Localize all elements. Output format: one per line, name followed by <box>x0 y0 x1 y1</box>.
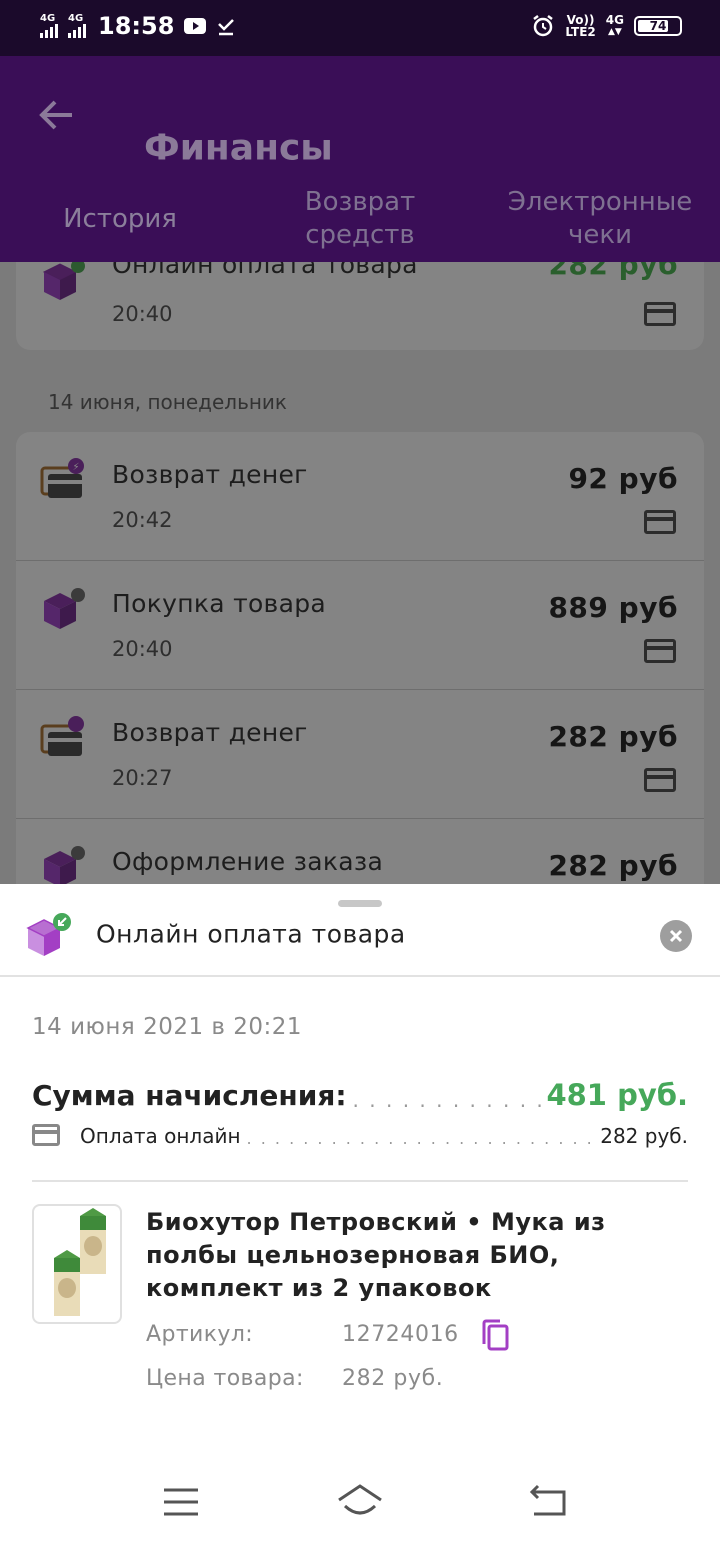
date-header: 14 июня, понедельник <box>48 390 288 414</box>
payment-row: Оплата онлайн . . . . . . . . . . . . . … <box>32 1118 688 1148</box>
transaction-time: 20:40 <box>112 302 173 326</box>
card-payment-icon <box>32 1124 60 1146</box>
network-indicator: 4G ▲▼ <box>606 14 624 38</box>
sum-label: Сумма начисления: <box>32 1079 347 1112</box>
page-title: Финансы <box>144 127 333 169</box>
divider <box>32 1180 688 1182</box>
signal-2: 4G <box>68 14 86 38</box>
transaction-title: Покупка товара <box>112 589 327 618</box>
transactions-card: ⚡ Возврат денег 20:42 92 руб Покупка тов… <box>16 432 704 884</box>
payment-value: 282 руб. <box>600 1124 688 1148</box>
transaction-details-sheet: Онлайн оплата товара 14 июня 2021 в 20:2… <box>0 884 720 1460</box>
transaction-amount: 92 руб <box>568 462 678 495</box>
volte-indicator: Vo)) LTE2 <box>565 14 595 38</box>
transaction-title: Возврат денег <box>112 460 308 489</box>
system-nav-bar <box>0 1460 720 1544</box>
tab-refunds[interactable]: Возврат средств <box>240 176 480 262</box>
online-payment-box-icon <box>26 913 71 956</box>
divider <box>0 975 720 977</box>
youtube-icon <box>184 18 207 34</box>
price-value: 282 руб. <box>342 1366 444 1391</box>
dot-leader: . . . . . . . . . . . . . . . . . . . . … <box>352 1088 547 1112</box>
transaction-time: 20:40 <box>112 637 173 661</box>
transaction-row[interactable]: Покупка товара 20:40 889 руб <box>16 561 704 689</box>
sheet-title: Онлайн оплата товара <box>96 919 406 949</box>
signal-2-label: 4G <box>68 13 84 24</box>
tab-bar: История Возврат средств Электронные чеки <box>0 176 720 262</box>
svg-text:⚡: ⚡ <box>72 462 79 473</box>
card-payment-icon <box>644 768 676 792</box>
transaction-card-top[interactable]: Онлайн оплата товара 20:40 282 руб <box>16 262 704 350</box>
payment-label: Оплата онлайн <box>80 1124 241 1148</box>
transaction-amount: 889 руб <box>548 591 678 624</box>
purchase-box-icon <box>44 846 85 884</box>
purchase-box-icon <box>44 588 85 629</box>
status-bar: 4G 4G 18:58 Vo)) LTE2 4G ▲▼ 74 <box>0 0 720 56</box>
transaction-amount: 282 руб <box>548 262 678 281</box>
product-package-image <box>54 1208 106 1316</box>
network-arrows-icon: ▲▼ <box>607 27 622 37</box>
transaction-time: 20:42 <box>112 508 173 532</box>
app-bar: Финансы История Возврат средств Электрон… <box>0 56 720 262</box>
copy-icon[interactable] <box>480 1318 510 1352</box>
history-list: Онлайн оплата товара 20:40 282 руб 14 ию… <box>0 262 720 884</box>
transaction-row[interactable]: Оформление заказа 282 руб <box>16 819 704 884</box>
tab-receipts-label: Электронные чеки <box>507 187 693 250</box>
signal-1: 4G <box>40 14 58 38</box>
card-payment-icon <box>644 510 676 534</box>
product-image[interactable] <box>32 1204 122 1324</box>
signal-1-label: 4G <box>40 13 56 24</box>
clock: 18:58 <box>98 12 175 40</box>
network-top: 4G <box>605 13 624 27</box>
download-done-icon <box>218 19 235 36</box>
transaction-title: Онлайн оплата товара <box>112 262 418 279</box>
article-value: 12724016 <box>342 1322 459 1347</box>
transaction-row[interactable]: ⚡ Возврат денег 20:42 92 руб <box>16 432 704 560</box>
dot-leader: . . . . . . . . . . . . . . . . . . . . … <box>246 1129 601 1148</box>
close-icon <box>669 929 683 943</box>
refund-icon: ⚡ <box>40 458 84 498</box>
transaction-date: 14 июня 2021 в 20:21 <box>32 1014 303 1040</box>
purchase-box-icon <box>42 262 85 300</box>
refund-icon <box>40 716 84 756</box>
back-icon[interactable] <box>524 1482 574 1522</box>
close-button[interactable] <box>660 920 692 952</box>
card-payment-icon <box>644 639 676 663</box>
tab-history[interactable]: История <box>0 176 240 262</box>
card-payment-icon <box>644 302 676 326</box>
transaction-title: Возврат денег <box>112 718 308 747</box>
article-label: Артикул: <box>146 1322 254 1347</box>
price-label: Цена товара: <box>146 1366 304 1391</box>
transaction-amount: 282 руб <box>548 849 678 882</box>
volte-bottom: LTE2 <box>565 25 596 39</box>
back-arrow-icon[interactable] <box>36 94 78 136</box>
battery-level: 74 <box>649 19 667 33</box>
sum-value: 481 руб. <box>546 1078 688 1112</box>
transaction-amount: 282 руб <box>548 720 678 753</box>
sum-row: Сумма начисления: . . . . . . . . . . . … <box>32 1072 688 1112</box>
menu-icon[interactable] <box>156 1482 206 1522</box>
tab-receipts[interactable]: Электронные чеки <box>480 176 720 262</box>
battery-icon: 74 <box>634 16 682 36</box>
transaction-row[interactable]: Возврат денег 20:27 282 руб <box>16 690 704 818</box>
home-icon[interactable] <box>335 1482 385 1522</box>
transaction-title: Оформление заказа <box>112 847 384 876</box>
alarm-icon <box>533 15 554 37</box>
transaction-time: 20:27 <box>112 766 173 790</box>
product-title: Биохутор Петровский • Мука из полбы цель… <box>146 1208 606 1302</box>
sheet-drag-handle[interactable] <box>338 900 382 907</box>
tab-refunds-label: Возврат средств <box>304 187 416 250</box>
tab-history-label: История <box>63 203 177 234</box>
